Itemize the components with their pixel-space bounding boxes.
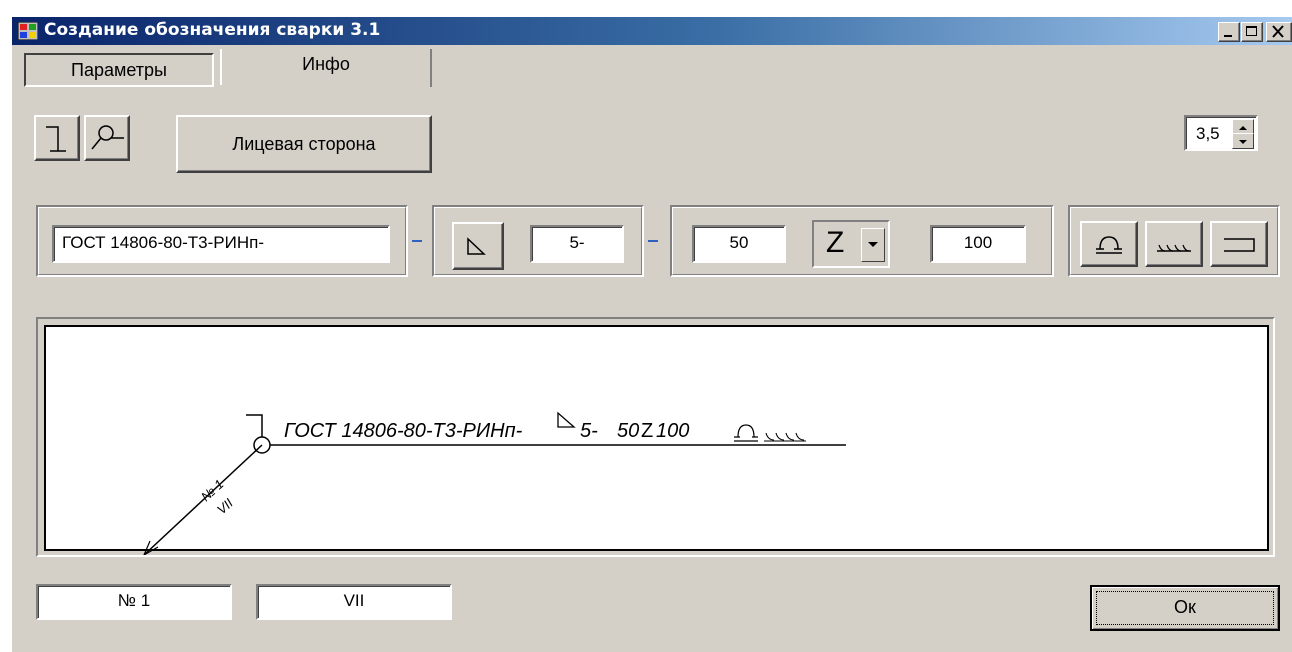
face-side-button[interactable]: Лицевая сторона bbox=[176, 115, 432, 173]
close-icon bbox=[1272, 25, 1284, 38]
flag-mark bbox=[246, 414, 263, 437]
preview-canvas: № 1 VII ГОСТ 14806-80-Т3-РИНп- 5- 50 Z 1… bbox=[44, 325, 1269, 555]
maximize-icon bbox=[1246, 26, 1257, 36]
flag-button[interactable] bbox=[34, 115, 80, 161]
convex-button[interactable] bbox=[1080, 221, 1138, 267]
title-bar[interactable]: Создание обозначения сварки 3.1 bbox=[12, 17, 1292, 45]
bracket-icon bbox=[1224, 238, 1255, 252]
convex-surface-icon bbox=[1096, 236, 1122, 254]
preview-length: 50 bbox=[617, 420, 639, 442]
pitch-field[interactable]: 100 bbox=[930, 225, 1026, 263]
preview-frame: № 1 VII ГОСТ 14806-80-Т3-РИНп- 5- 50 Z 1… bbox=[36, 317, 1275, 557]
minimize-icon bbox=[1224, 35, 1232, 37]
preview-grade-label: VII bbox=[214, 495, 236, 517]
bracket-button[interactable] bbox=[1210, 221, 1268, 267]
smooth-transition-button[interactable] bbox=[1145, 221, 1203, 267]
ripple-icon bbox=[1157, 244, 1191, 252]
dropdown-button[interactable] bbox=[861, 228, 885, 262]
arrow-down-icon bbox=[1239, 140, 1247, 144]
preview-designation: ГОСТ 14806-80-Т3-РИНп- bbox=[284, 420, 523, 442]
chevron-down-icon bbox=[868, 242, 878, 247]
window-title: Создание обозначения сварки 3.1 bbox=[44, 20, 381, 40]
tab-info[interactable]: Инфо bbox=[220, 49, 432, 87]
weld-dialog-window: Создание обозначения сварки 3.1 Параметр… bbox=[10, 15, 1292, 652]
leg-field[interactable]: 5- bbox=[530, 225, 624, 263]
standard-field[interactable]: ГОСТ 14806-80-Т3-РИНп- bbox=[52, 225, 390, 263]
separator-dash bbox=[412, 240, 422, 242]
minimize-button[interactable] bbox=[1218, 22, 1240, 42]
ok-label: Ок bbox=[1174, 597, 1196, 617]
triangle-icon bbox=[467, 237, 486, 255]
font-size-spinner[interactable]: 3,5 bbox=[1184, 115, 1258, 151]
circle-leader-button[interactable] bbox=[84, 115, 130, 161]
preview-pattern: Z bbox=[641, 420, 653, 442]
close-button[interactable] bbox=[1266, 22, 1292, 42]
maximize-button[interactable] bbox=[1241, 22, 1263, 42]
preview-ripple-icon bbox=[764, 432, 806, 442]
spin-down-button[interactable] bbox=[1232, 133, 1254, 149]
ok-button[interactable]: Ок bbox=[1090, 585, 1280, 631]
app-icon bbox=[18, 22, 38, 40]
weld-drawing: № 1 VII ГОСТ 14806-80-Т3-РИНп- 5- 50 Z 1… bbox=[143, 411, 846, 555]
pattern-select[interactable]: Z bbox=[812, 220, 890, 268]
font-size-value: 3,5 bbox=[1196, 124, 1220, 143]
fillet-symbol-button[interactable] bbox=[452, 222, 504, 270]
pattern-symbol: Z bbox=[826, 226, 845, 259]
tab-parameters[interactable]: Параметры bbox=[24, 53, 214, 87]
circle-leader-icon bbox=[91, 125, 124, 150]
preview-leg: 5- bbox=[580, 420, 598, 442]
separator-dash bbox=[648, 240, 658, 242]
preview-pitch: 100 bbox=[656, 420, 689, 442]
length-field[interactable]: 50 bbox=[692, 225, 786, 263]
flag-icon bbox=[46, 126, 66, 152]
preview-triangle-icon bbox=[557, 411, 576, 428]
number-field[interactable]: № 1 bbox=[36, 584, 232, 620]
preview-convex-icon bbox=[734, 424, 758, 442]
grade-field[interactable]: VII bbox=[256, 584, 452, 620]
